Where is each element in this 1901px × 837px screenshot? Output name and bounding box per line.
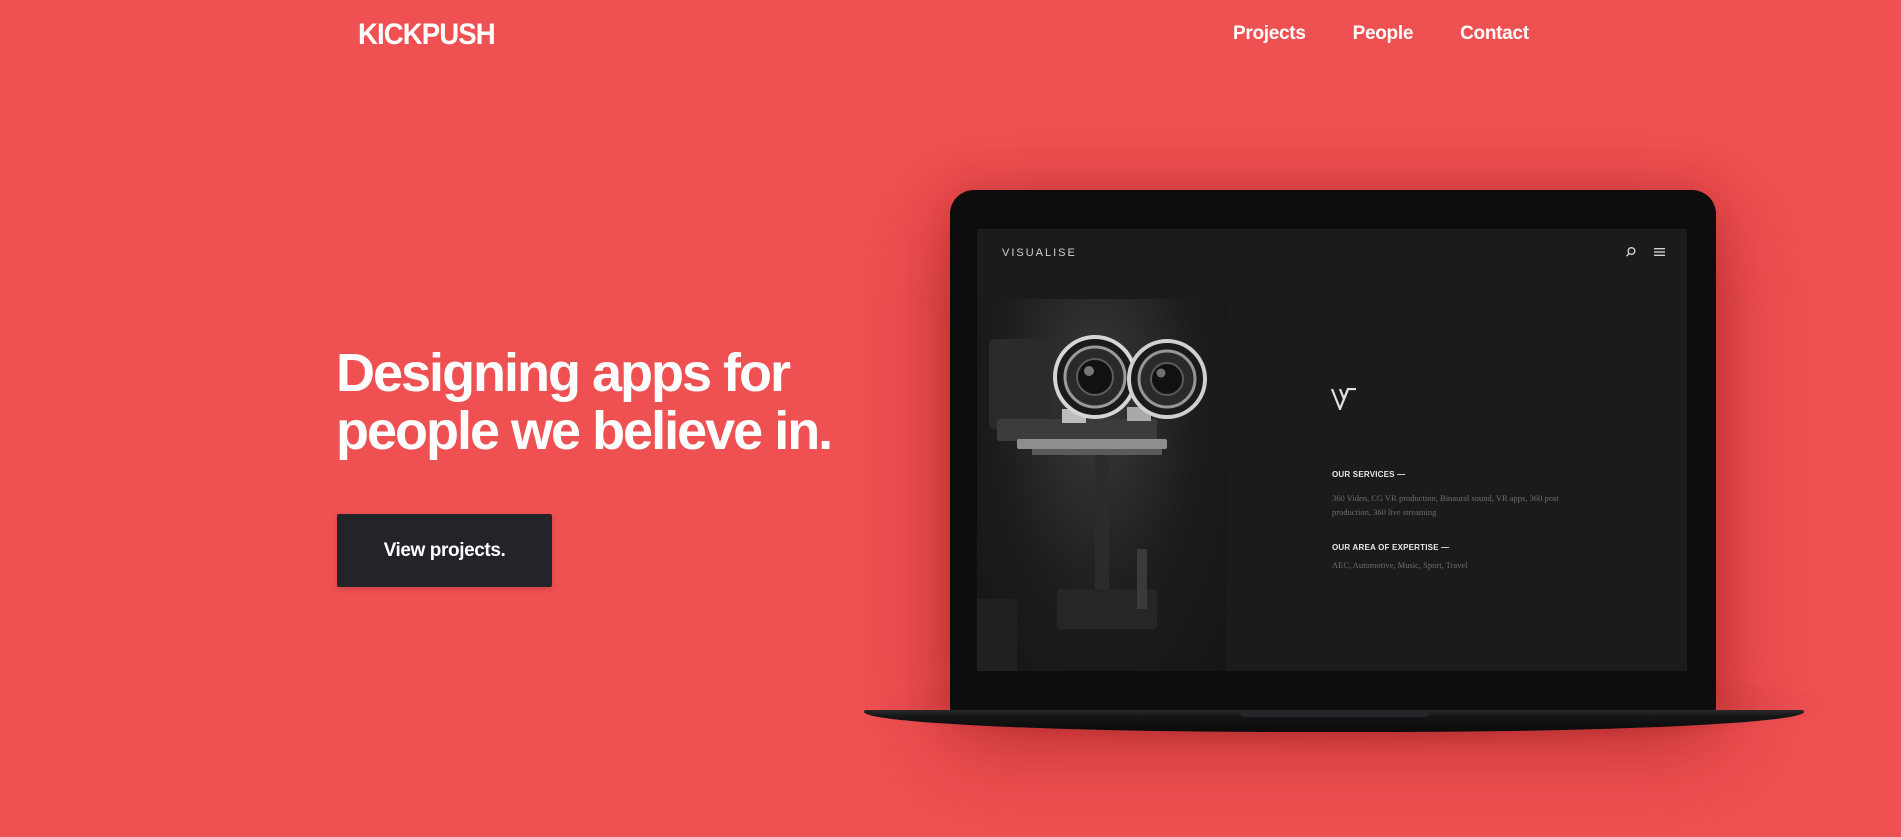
kickpush-logo[interactable]: KICKPUSH bbox=[358, 18, 496, 52]
laptop-notch bbox=[1240, 711, 1430, 717]
search-icon bbox=[1625, 247, 1636, 257]
vr-camera-illustration bbox=[977, 335, 1207, 671]
vr-camera-photo bbox=[977, 299, 1227, 671]
hero-headline-line1: Designing apps for bbox=[336, 343, 791, 403]
v-logo-icon bbox=[1331, 388, 1356, 410]
expertise-heading: OUR AREA OF EXPERTISE — bbox=[1332, 543, 1450, 552]
expertise-text: AEC, Automotive, Music, Sport, Travel bbox=[1332, 560, 1468, 570]
services-heading: OUR SERVICES — bbox=[1332, 470, 1406, 479]
nav-link-projects[interactable]: Projects bbox=[1233, 22, 1306, 46]
hero-headline-line2: people we believe in. bbox=[336, 401, 833, 461]
nav-link-contact[interactable]: Contact bbox=[1460, 22, 1529, 46]
screen-brand-logo: VISUALISE bbox=[1002, 247, 1077, 259]
nav-link-people[interactable]: People bbox=[1353, 22, 1414, 46]
laptop-screen: VISUALISE OUR SERVICES — 360 Video, CG V… bbox=[977, 229, 1687, 671]
main-nav: Projects People Contact bbox=[1233, 22, 1529, 46]
hamburger-menu-icon bbox=[1654, 248, 1665, 256]
services-text: 360 Video, CG VR production, Binaural so… bbox=[1332, 493, 1559, 517]
view-projects-button[interactable]: View projects. bbox=[337, 514, 552, 587]
hero-headline: Designing apps for people we believe in. bbox=[336, 343, 833, 461]
